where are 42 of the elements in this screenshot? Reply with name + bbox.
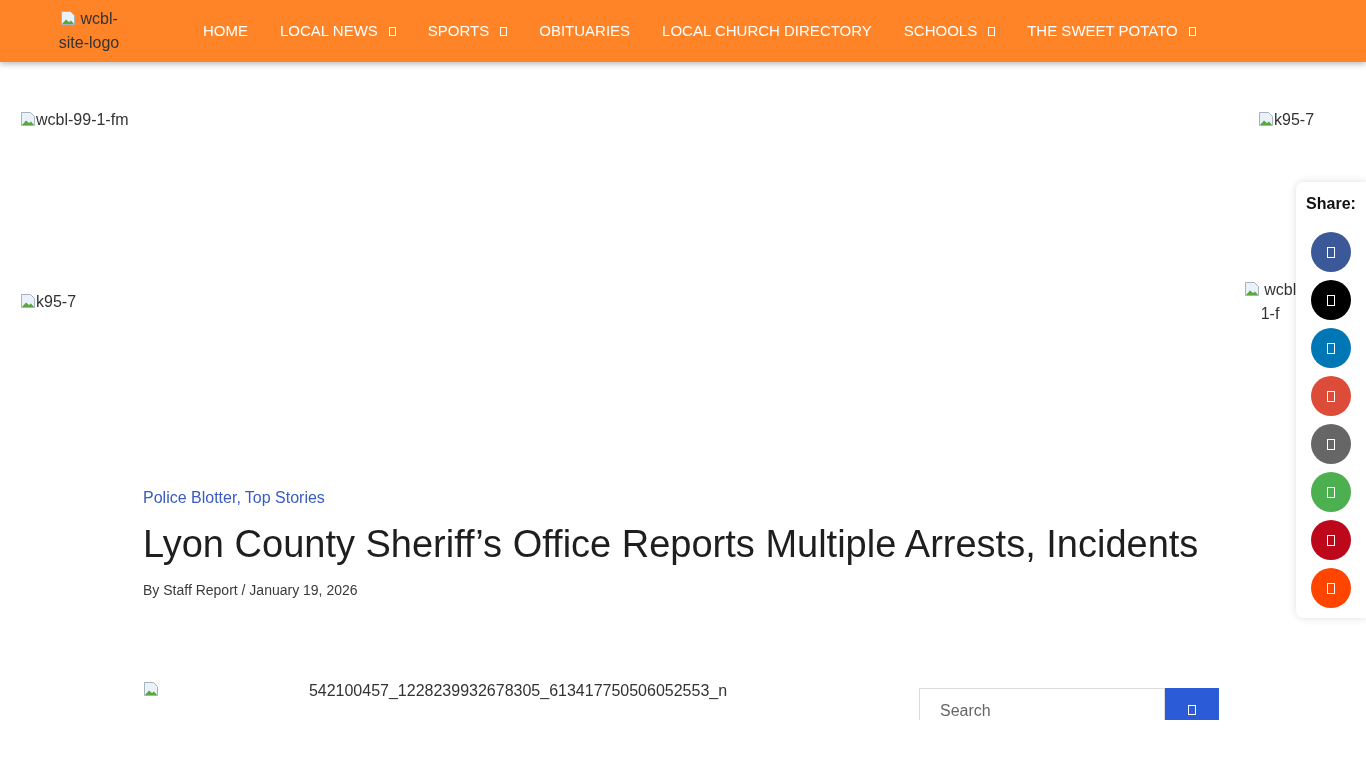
broken-image-icon: [20, 293, 36, 309]
image-alt-text: wcbl: [1264, 281, 1297, 298]
missing-glyph-icon: [988, 26, 996, 36]
missing-glyph-icon: [1327, 390, 1335, 402]
image-alt-text: k95-7: [36, 293, 77, 310]
share-button[interactable]: [1311, 232, 1351, 272]
share-button[interactable]: [1311, 280, 1351, 320]
broken-image-icon: [20, 111, 36, 127]
missing-glyph-icon: [1327, 438, 1335, 450]
broken-image-icon: [143, 681, 159, 697]
share-button[interactable]: [1311, 520, 1351, 560]
nav-link[interactable]: THE SWEET POTATO: [1027, 21, 1196, 41]
search-field[interactable]: Search: [919, 688, 1165, 720]
broken-image-icon: [60, 10, 77, 26]
nav-link[interactable]: OBITUARIES: [539, 21, 631, 41]
article-title: Lyon County Sheriff’s Office Reports Multiple Arrests, Incidents: [143, 522, 1200, 567]
missing-glyph-icon: [1188, 705, 1196, 715]
missing-glyph-icon: [500, 26, 508, 36]
post-meta: By Staff Report / January 19, 2026: [143, 581, 359, 600]
missing-glyph-icon: [1327, 294, 1335, 306]
missing-glyph-icon: [1327, 534, 1335, 546]
missing-glyph-icon: [1327, 342, 1335, 354]
nav-link[interactable]: SPORTS: [427, 21, 508, 41]
broken-image-icon: [1243, 281, 1260, 297]
nav-link[interactable]: HOME: [203, 21, 248, 41]
site-logo-link[interactable]: wcbl-site-logo: [52, 7, 126, 55]
nav-link[interactable]: LOCAL NEWS: [280, 21, 396, 41]
image-alt-text: 542100457_1228239932678305_613417750506052553_n: [307, 681, 729, 701]
image-alt-text: 1-f: [1260, 305, 1280, 322]
category-link[interactable]: Top Stories: [244, 488, 325, 507]
share-label: Share:: [1306, 194, 1356, 214]
missing-glyph-icon: [388, 26, 396, 36]
broken-image-icon: [1258, 111, 1274, 127]
image-alt-text: k95-7: [1274, 111, 1315, 128]
missing-glyph-icon: [1188, 26, 1196, 36]
missing-glyph-icon: [1327, 486, 1335, 498]
image-alt-text: wcbl-99-1-fm: [36, 111, 129, 128]
nav-link[interactable]: LOCAL CHURCH DIRECTORY: [662, 21, 872, 41]
nav-link[interactable]: SCHOOLS: [903, 21, 996, 41]
missing-glyph-icon: [1327, 582, 1335, 594]
category-link[interactable]: Police Blotter,: [143, 488, 241, 507]
missing-glyph-icon: [1327, 246, 1335, 258]
